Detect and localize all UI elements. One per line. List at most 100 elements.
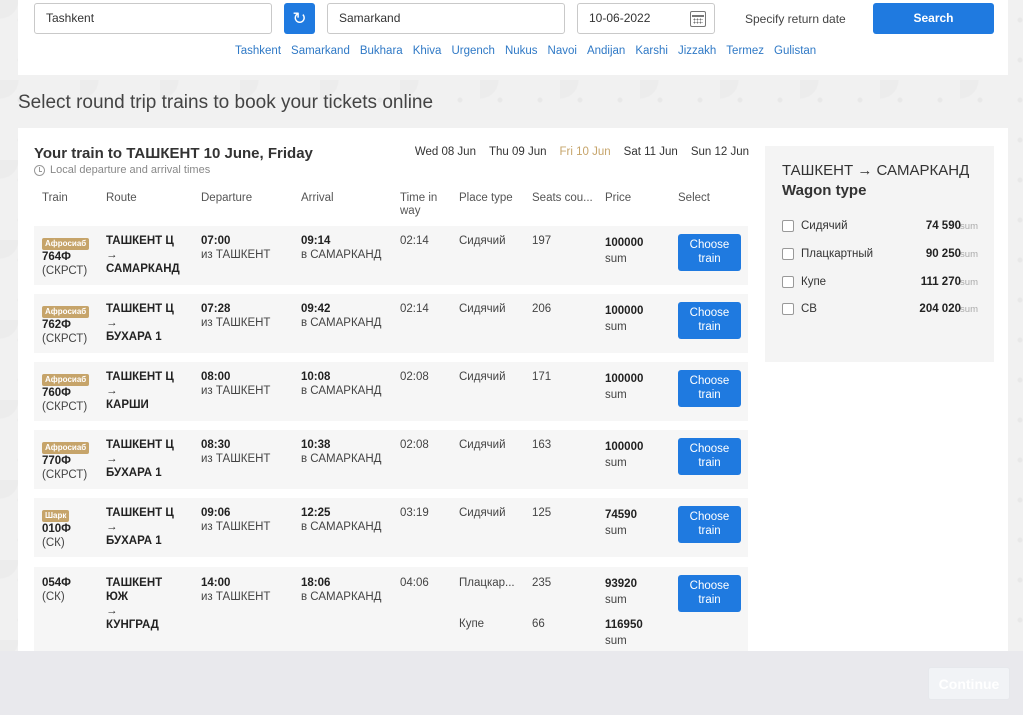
- choose-train-button[interactable]: Choose train: [678, 234, 741, 271]
- price-unit: sum: [605, 321, 627, 333]
- city-link-karshi[interactable]: Karshi: [635, 45, 668, 57]
- city-link-andijan[interactable]: Andijan: [587, 45, 625, 57]
- to-input[interactable]: Samarkand: [327, 3, 565, 34]
- route-destination: БУХАРА 1: [106, 331, 162, 343]
- search-bar: Tashkent ↻ Samarkand 10-06-2022 Specify …: [18, 0, 1008, 75]
- route-cell: ТАШКЕНТ Ц → САМАРКАНД: [106, 234, 180, 276]
- city-link-navoi[interactable]: Navoi: [548, 45, 577, 57]
- wagon-checkbox[interactable]: [782, 303, 794, 315]
- price-value: 74590: [605, 509, 637, 521]
- route-origin: ТАШКЕНТ Ц: [106, 303, 174, 315]
- header-route: Route: [106, 192, 137, 204]
- departure-cell: 14:00 из ТАШКЕНТ: [201, 576, 270, 604]
- continue-button[interactable]: Continue: [928, 667, 1010, 700]
- arrival-time: 18:06: [301, 577, 331, 589]
- departure-station: из ТАШКЕНТ: [201, 249, 271, 261]
- route-arrow: →: [106, 385, 118, 397]
- train-number: 770Ф: [42, 455, 72, 467]
- departure-cell: 07:00 из ТАШКЕНТ: [201, 234, 270, 262]
- choose-train-button[interactable]: Choose train: [678, 302, 741, 339]
- price-unit: sum: [605, 525, 627, 537]
- date-tab-thu[interactable]: Thu 09 Jun: [489, 146, 547, 158]
- route-destination: БУХАРА 1: [106, 535, 162, 547]
- date-input[interactable]: 10-06-2022: [577, 3, 715, 34]
- departure-time: 08:30: [201, 439, 231, 451]
- wagon-price-unit: sum: [960, 221, 978, 232]
- city-link-gulistan[interactable]: Gulistan: [774, 45, 816, 57]
- header-time-in-way-line2: way: [400, 205, 421, 217]
- route-cell: ТАШКЕНТ Ц → КАРШИ: [106, 370, 174, 412]
- choose-train-label-1: Choose: [689, 443, 730, 455]
- choose-train-label-1: Choose: [689, 375, 730, 387]
- city-link-tashkent[interactable]: Tashkent: [235, 45, 281, 57]
- specify-return-date-link[interactable]: Specify return date: [745, 12, 846, 26]
- train-row: Афросиаб 762Ф (СКРСТ) ТАШКЕНТ Ц → БУХАРА…: [34, 294, 748, 353]
- choose-train-button[interactable]: Choose train: [678, 370, 741, 407]
- header-departure: Departure: [201, 192, 253, 204]
- city-link-urgench[interactable]: Urgench: [451, 45, 494, 57]
- price-value: 100000: [605, 305, 644, 317]
- price-value: 100000: [605, 373, 644, 385]
- route-origin: ТАШКЕНТ Ц: [106, 439, 174, 451]
- price-cell: 93920 sum: [605, 577, 637, 607]
- arrival-station: в САМАРКАНД: [301, 385, 382, 397]
- wagon-price: 111 270: [920, 276, 961, 288]
- place-type: Сидячий: [459, 439, 506, 451]
- wagon-type-filter: ТАШКЕНТ → САМАРКАНД Wagon type Сидячий 7…: [765, 146, 994, 362]
- city-link-bukhara[interactable]: Bukhara: [360, 45, 403, 57]
- wagon-price-unit: sum: [960, 249, 978, 260]
- route-origin-2: ЮЖ: [106, 591, 128, 603]
- city-link-termez[interactable]: Termez: [726, 45, 764, 57]
- duration: 02:08: [400, 439, 429, 451]
- price-cell: 116950 sum: [605, 618, 643, 648]
- city-link-samarkand[interactable]: Samarkand: [291, 45, 350, 57]
- price-cell: 100000 sum: [605, 372, 643, 402]
- route-cell: ТАШКЕНТ ЮЖ → КУНГРАД: [106, 576, 162, 632]
- departure-cell: 09:06 из ТАШКЕНТ: [201, 506, 270, 534]
- date-tab-wed[interactable]: Wed 08 Jun: [415, 146, 476, 158]
- route-origin: ТАШКЕНТ Ц: [106, 507, 174, 519]
- from-input[interactable]: Tashkent: [34, 3, 272, 34]
- wagon-checkbox[interactable]: [782, 220, 794, 232]
- seats-count: 171: [532, 371, 552, 383]
- date-tab-sun[interactable]: Sun 12 Jun: [691, 146, 749, 158]
- page-heading: Select round trip trains to book your ti…: [18, 92, 434, 113]
- choose-train-label-2: train: [698, 321, 721, 333]
- search-button[interactable]: Search: [873, 3, 994, 34]
- date-tab-sat[interactable]: Sat 11 Jun: [624, 146, 678, 158]
- place-type: Сидячий: [459, 507, 506, 519]
- price-unit: sum: [605, 457, 627, 469]
- city-link-jizzakh[interactable]: Jizzakh: [678, 45, 716, 57]
- train-cell: Афросиаб 760Ф (СКРСТ): [42, 372, 90, 414]
- choose-train-label-2: train: [698, 389, 721, 401]
- date-tab-fri-active[interactable]: Fri 10 Jun: [560, 146, 611, 158]
- calendar-icon[interactable]: [690, 11, 706, 27]
- choose-train-button[interactable]: Choose train: [678, 438, 741, 475]
- choose-train-button[interactable]: Choose train: [678, 506, 741, 543]
- train-brand-badge: Афросиаб: [42, 374, 90, 386]
- departure-time: 07:00: [201, 235, 231, 247]
- train-class: (СКРСТ): [42, 333, 88, 345]
- wagon-checkbox[interactable]: [782, 248, 794, 260]
- city-link-khiva[interactable]: Khiva: [413, 45, 442, 57]
- route-origin: ТАШКЕНТ: [106, 577, 163, 589]
- duration: 02:08: [400, 371, 429, 383]
- arrival-cell: 10:08 в САМАРКАНД: [301, 370, 381, 398]
- header-time-in-way-line1: Time in: [400, 192, 438, 204]
- swap-button[interactable]: ↻: [284, 3, 315, 34]
- train-number: 760Ф: [42, 387, 72, 399]
- filter-route: ТАШКЕНТ → САМАРКАНД: [782, 162, 970, 179]
- choose-train-label-1: Choose: [689, 511, 730, 523]
- place-type: Сидячий: [459, 235, 506, 247]
- route-destination: САМАРКАНД: [106, 263, 180, 275]
- city-link-nukus[interactable]: Nukus: [505, 45, 538, 57]
- wagon-checkbox[interactable]: [782, 276, 794, 288]
- arrival-station: в САМАРКАНД: [301, 317, 382, 329]
- choose-train-button[interactable]: Choose train: [678, 575, 741, 612]
- train-class: (СКРСТ): [42, 469, 88, 481]
- choose-train-label-2: train: [698, 594, 721, 606]
- departure-station: из ТАШКЕНТ: [201, 385, 271, 397]
- route-destination: КУНГРАД: [106, 619, 159, 631]
- price-cell: 100000 sum: [605, 440, 643, 470]
- header-seats: Seats cou...: [532, 192, 593, 204]
